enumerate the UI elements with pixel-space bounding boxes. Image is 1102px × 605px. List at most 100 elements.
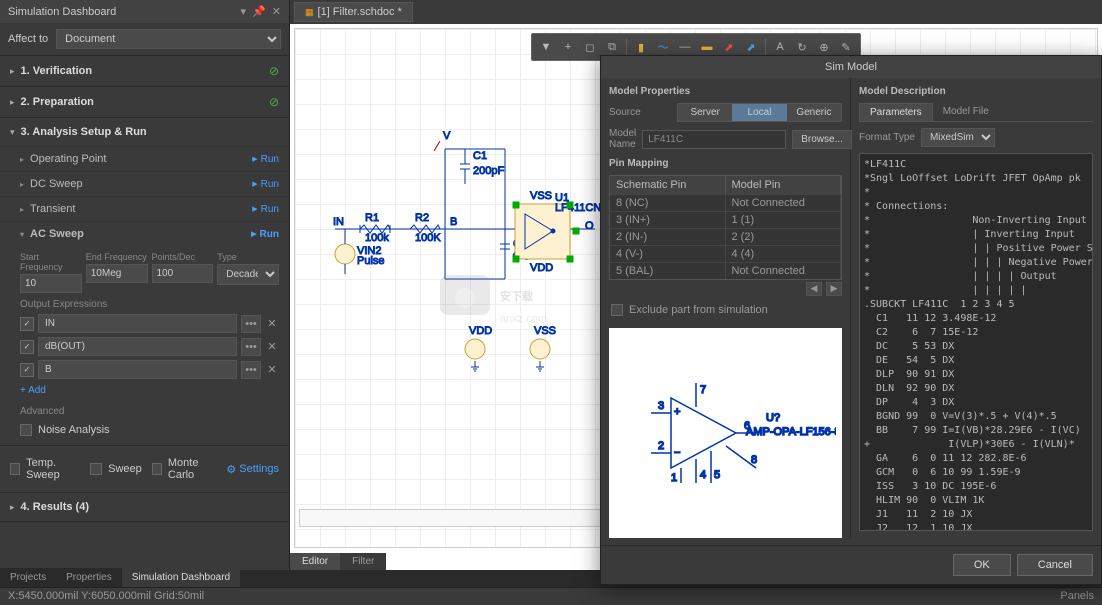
simulation-dashboard-panel: Simulation Dashboard ▾ 📌 ✕ Affect to Doc… [0,0,290,570]
svg-text:+: + [674,406,680,418]
end-freq-input[interactable] [86,264,148,283]
run-button[interactable]: Run [251,229,279,240]
analysis-dc-sweep[interactable]: ▸ DC Sweep Run [0,171,289,196]
start-freq-input[interactable] [20,274,82,293]
expression-input[interactable]: B [38,360,237,379]
component-preview: +3 −2 7 4 1 5 6 8 U? AMP-OPA-LF156-8 [609,328,842,538]
model-name-input[interactable] [642,130,786,149]
tab-parameters[interactable]: Parameters [859,103,933,121]
svg-text:5: 5 [714,469,720,481]
tab-properties[interactable]: Properties [56,568,122,587]
ac-sweep-params: Start Frequency End Frequency Points/Dec… [0,246,289,445]
tab-editor[interactable]: Editor [290,553,340,570]
affect-label: Affect to [8,33,48,45]
remove-button[interactable]: ✕ [265,317,279,330]
pin-icon[interactable]: 📌 [252,5,266,18]
source-generic-button[interactable]: Generic [787,104,841,121]
points-input[interactable] [152,264,214,283]
table-row[interactable]: 5 (BAL)Not Connected [610,262,841,279]
minus-icon[interactable]: — [675,37,695,57]
svg-text:100K: 100K [415,232,441,244]
svg-text:1: 1 [671,472,677,484]
analysis-transient[interactable]: ▸ Transient Run [0,196,289,221]
source-local-button[interactable]: Local [732,104,786,121]
svg-text:VSS: VSS [530,190,552,202]
model-text-area[interactable]: *LF411C *Sngl LoOffset LoDrift JFET OpAm… [859,153,1093,531]
filter-icon[interactable]: ▼ [536,37,556,57]
svg-text:VDD: VDD [469,325,492,337]
expression-row: ✓ IN ••• ✕ [20,314,279,333]
more-button[interactable]: ••• [241,338,261,356]
file-tab[interactable]: ▦ [1] Filter.schdoc * [294,2,413,22]
cancel-button[interactable]: Cancel [1017,554,1093,576]
type-select[interactable]: Decade [217,264,279,285]
svg-text:R2: R2 [415,212,429,224]
bottom-tabs: Projects Properties Simulation Dashboard [0,568,240,587]
tab-filter[interactable]: Filter [340,553,386,570]
prev-tab-icon[interactable]: ◀ [806,282,822,296]
svg-text:Pulse: Pulse [357,255,385,267]
pencil-icon[interactable]: ✎ [836,37,856,57]
table-row[interactable]: 4 (V-)4 (4) [610,245,841,262]
rotate-icon[interactable]: ↻ [792,37,812,57]
wave-icon[interactable]: 〜 [653,37,673,57]
ruler-icon[interactable]: ▮ [631,37,651,57]
check-icon: ⊘ [269,64,279,78]
checkbox[interactable]: ✓ [20,317,34,331]
tab-model-file[interactable]: Model File [933,103,999,121]
schematic-drawing: IN R1 100k R2 100K C1 200pF C2 42pF [315,119,615,379]
panels-button[interactable]: Panels [1060,590,1094,603]
table-row[interactable]: 2 (IN-)2 (2) [610,228,841,245]
panel-title: Simulation Dashboard [8,6,116,18]
zoom-icon[interactable]: ⊕ [814,37,834,57]
square-icon[interactable]: ◻ [580,37,600,57]
section-verification[interactable]: ▸ 1. Verification ⊘ [0,56,289,86]
svg-text:7: 7 [700,384,706,396]
monte-carlo-checkbox[interactable]: Monte Carlo [152,454,217,484]
browse-button[interactable]: Browse... [792,130,852,149]
svg-text:2: 2 [658,440,664,452]
rect-icon[interactable]: ▬ [697,37,717,57]
temp-sweep-checkbox[interactable]: Temp. Sweep [10,454,80,484]
affect-dropdown[interactable]: Document [56,29,281,49]
sweep-checkbox[interactable]: Sweep [90,460,142,478]
tab-simulation-dashboard[interactable]: Simulation Dashboard [122,568,240,587]
section-results[interactable]: ▸ 4. Results (4) [0,493,289,521]
close-icon[interactable]: ✕ [272,5,281,18]
tab-projects[interactable]: Projects [0,568,56,587]
file-tab-bar: ▦ [1] Filter.schdoc * [290,0,1102,24]
run-button[interactable]: Run [252,154,279,165]
cursor-icon[interactable]: ⬈ [719,37,739,57]
expression-input[interactable]: IN [38,314,237,333]
remove-button[interactable]: ✕ [265,363,279,376]
section-analysis[interactable]: ▾ 3. Analysis Setup & Run [0,118,289,146]
run-button[interactable]: Run [252,179,279,190]
analysis-ac-sweep[interactable]: ▾ AC Sweep Run [0,221,289,246]
add-expression-button[interactable]: + Add [20,383,279,398]
table-row[interactable]: 8 (NC)Not Connected [610,194,841,211]
trace-icon[interactable]: ⬈ [741,37,761,57]
section-preparation[interactable]: ▸ 2. Preparation ⊘ [0,87,289,117]
format-type-select[interactable]: MixedSim [921,128,995,147]
checkbox[interactable]: ✓ [20,340,34,354]
remove-button[interactable]: ✕ [265,340,279,353]
more-button[interactable]: ••• [241,361,261,379]
more-button[interactable]: ••• [241,315,261,333]
exclude-checkbox[interactable]: Exclude part from simulation [609,298,842,322]
analysis-operating-point[interactable]: ▸ Operating Point Run [0,146,289,171]
source-server-button[interactable]: Server [678,104,732,121]
expression-input[interactable]: dB(OUT) [38,337,237,356]
expression-row: ✓ dB(OUT) ••• ✕ [20,337,279,356]
table-row[interactable]: 3 (IN+)1 (1) [610,211,841,228]
next-tab-icon[interactable]: ▶ [826,282,842,296]
run-button[interactable]: Run [252,204,279,215]
text-icon[interactable]: A [770,37,790,57]
pin-icon[interactable]: ▾ [241,5,247,18]
chevron-right-icon: ▸ [10,97,15,108]
plus-icon[interactable]: + [558,37,578,57]
ok-button[interactable]: OK [953,554,1011,576]
settings-button[interactable]: ⚙Settings [226,463,279,476]
noise-analysis-checkbox[interactable]: Noise Analysis [20,421,279,439]
double-square-icon[interactable]: ⧉ [602,37,622,57]
checkbox[interactable]: ✓ [20,363,34,377]
